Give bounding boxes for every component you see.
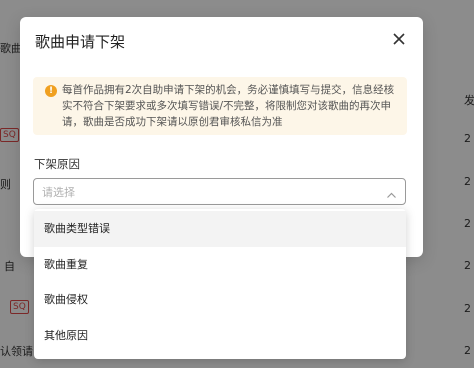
select-placeholder: 请选择	[42, 186, 75, 199]
dropdown-option[interactable]: 歌曲侵权	[34, 282, 406, 318]
notice-banner: ! 每首作品拥有2次自助申请下架的机会，务必谨慎填写与提交，信息经核实不符合下架…	[33, 77, 407, 135]
close-icon[interactable]	[389, 29, 409, 49]
reason-label: 下架原因	[34, 157, 80, 171]
dropdown-option[interactable]: 歌曲重复	[34, 247, 406, 283]
reason-select[interactable]: 请选择	[33, 178, 406, 205]
dropdown-option[interactable]: 歌曲类型错误	[34, 211, 406, 247]
dialog-title: 歌曲申请下架	[35, 33, 126, 51]
info-icon: !	[45, 85, 57, 97]
chevron-up-icon	[386, 186, 397, 198]
reason-dropdown: 歌曲类型错误 歌曲重复 歌曲侵权 其他原因	[34, 209, 406, 359]
dropdown-option[interactable]: 其他原因	[34, 318, 406, 354]
notice-text: 每首作品拥有2次自助申请下架的机会，务必谨慎填写与提交，信息经核实不符合下架要求…	[62, 84, 395, 128]
